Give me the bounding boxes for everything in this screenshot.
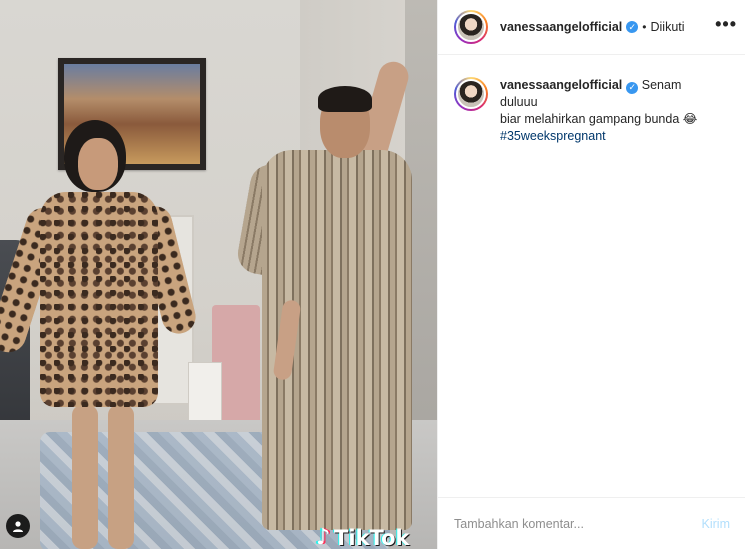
tiktok-watermark: ♪ TikTok xyxy=(316,525,409,549)
follow-status-button[interactable]: Diikuti xyxy=(650,20,684,34)
laughing-emoji-icon: 😂 xyxy=(682,112,698,126)
comment-input[interactable] xyxy=(454,516,702,531)
comment-bar: Kirim xyxy=(438,497,745,549)
caption-author-avatar[interactable] xyxy=(454,77,488,111)
post-header: vanessaangelofficial ✓ • Diikuti ••• xyxy=(438,0,745,55)
woman-leg-left xyxy=(72,405,98,549)
post-media-video[interactable]: ♪ TikTok xyxy=(0,0,437,549)
woman-leg-right xyxy=(108,405,134,549)
caption-username[interactable]: vanessaangelofficial xyxy=(500,78,622,92)
post-caption: vanessaangelofficial ✓ Senam duluuu biar … xyxy=(438,55,745,145)
caption-text: vanessaangelofficial ✓ Senam duluuu biar … xyxy=(500,77,720,145)
author-avatar[interactable] xyxy=(454,10,488,44)
send-comment-button[interactable]: Kirim xyxy=(702,517,730,531)
tiktok-note-icon: ♪ xyxy=(316,525,331,549)
verified-badge-icon: ✓ xyxy=(626,21,639,33)
hashtag-link[interactable]: #35weekspregnant xyxy=(500,129,606,143)
post-sidebar: vanessaangelofficial ✓ • Diikuti ••• van… xyxy=(437,0,745,549)
person-icon xyxy=(13,521,23,532)
caption-verified-badge-icon: ✓ xyxy=(626,81,639,94)
author-username[interactable]: vanessaangelofficial xyxy=(500,20,622,34)
more-options-icon[interactable]: ••• xyxy=(715,14,737,35)
caption-line-2: biar melahirkan gampang bunda xyxy=(500,112,680,126)
follow-separator: • xyxy=(642,20,647,34)
man-hair xyxy=(318,86,372,112)
tiktok-watermark-text: TikTok xyxy=(334,525,410,549)
woman-face xyxy=(78,138,118,190)
tagged-account-icon[interactable] xyxy=(6,514,30,538)
woman-leopard-dress xyxy=(40,192,158,407)
